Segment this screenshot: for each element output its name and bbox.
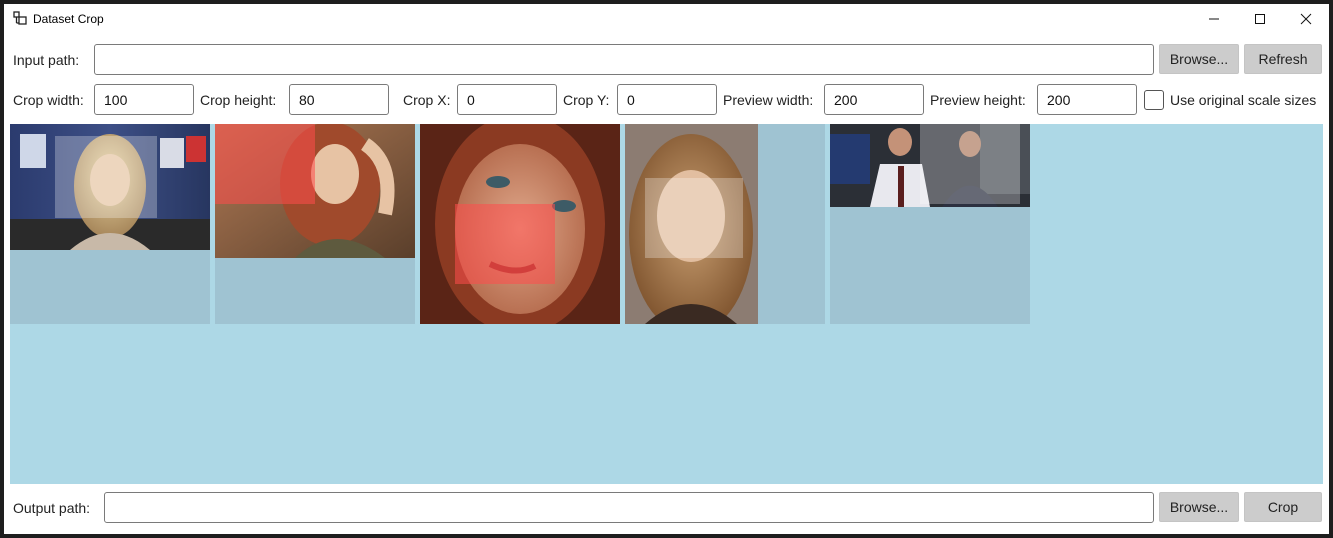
crop-button[interactable]: Crop [1244, 492, 1322, 522]
crop-region-overlay [645, 178, 743, 258]
crop-region-overlay [55, 136, 157, 218]
minimize-button[interactable] [1191, 4, 1237, 34]
crop-x-label: Crop X: [403, 92, 451, 108]
preview-tile[interactable] [215, 124, 415, 324]
crop-y-field[interactable] [617, 84, 717, 115]
app-window: Dataset Crop Input path: Browse... Refre… [4, 4, 1329, 534]
window-title: Dataset Crop [33, 12, 104, 26]
crop-width-field[interactable] [94, 84, 194, 115]
output-browse-button[interactable]: Browse... [1159, 492, 1239, 522]
output-path-field[interactable] [104, 492, 1154, 523]
preview-width-field[interactable] [824, 84, 924, 115]
maximize-icon [1255, 14, 1265, 24]
output-path-label: Output path: [13, 500, 91, 516]
input-browse-button[interactable]: Browse... [1159, 44, 1239, 74]
original-scale-label: Use original scale sizes [1170, 92, 1317, 108]
preview-tile[interactable] [10, 124, 210, 324]
crop-width-label: Crop width: [13, 92, 84, 108]
preview-gallery[interactable] [10, 124, 1323, 484]
crop-height-label: Crop height: [200, 92, 277, 108]
crop-region-overlay [455, 204, 555, 284]
preview-tile[interactable] [830, 124, 1030, 324]
refresh-button[interactable]: Refresh [1244, 44, 1322, 74]
crop-y-label: Crop Y: [563, 92, 610, 108]
preview-tile[interactable] [420, 124, 620, 324]
crop-x-field[interactable] [457, 84, 557, 115]
input-path-label: Input path: [13, 52, 80, 68]
preview-height-label: Preview height: [930, 92, 1026, 108]
preview-height-field[interactable] [1037, 84, 1137, 115]
preview-width-label: Preview width: [723, 92, 814, 108]
app-icon [13, 11, 27, 25]
crop-region-overlay [920, 124, 1020, 204]
minimize-icon [1209, 18, 1219, 20]
input-path-field[interactable] [94, 44, 1154, 75]
crop-region-overlay [215, 124, 315, 204]
close-icon [1300, 13, 1312, 25]
original-scale-checkbox[interactable] [1144, 90, 1164, 110]
crop-height-field[interactable] [289, 84, 389, 115]
close-button[interactable] [1283, 4, 1329, 34]
maximize-button[interactable] [1237, 4, 1283, 34]
title-bar: Dataset Crop [4, 4, 1329, 34]
preview-tile[interactable] [625, 124, 825, 324]
